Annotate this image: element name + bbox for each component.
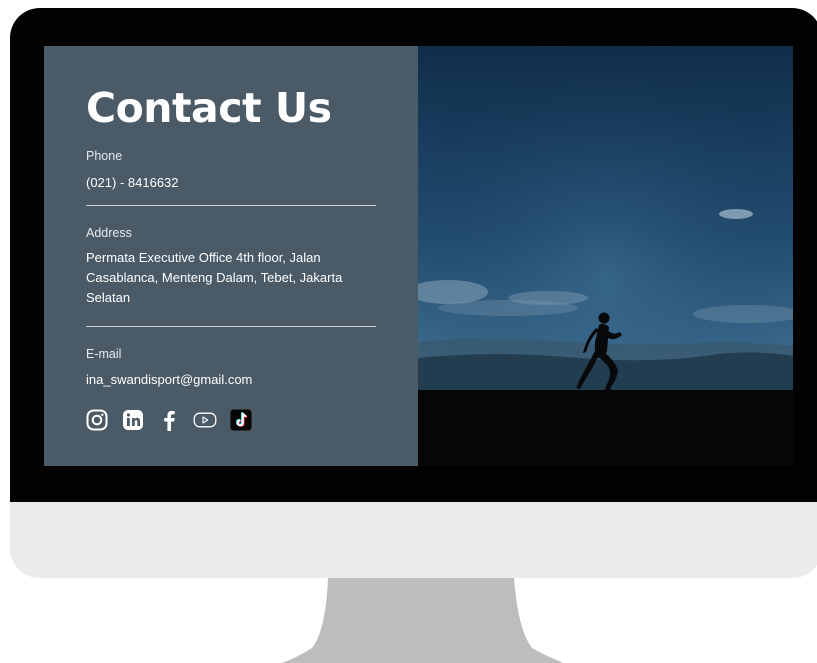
address-value: Permata Executive Office 4th floor, Jala… <box>86 248 386 308</box>
phone-value[interactable]: (021) - 8416632 <box>86 173 179 193</box>
phone-label: Phone <box>86 149 123 163</box>
instagram-icon[interactable] <box>85 408 109 432</box>
contact-title: Contact Us <box>86 84 332 132</box>
stage: Contact Us Phone (021) - 8416632 Address… <box>0 0 817 663</box>
address-line: Permata Executive Office 4th floor, Jala… <box>86 250 321 265</box>
runner-photo <box>418 46 793 466</box>
divider <box>86 205 376 206</box>
youtube-icon[interactable] <box>193 408 217 432</box>
address-line: Casablanca, Menteng Dalam, Tebet, Jakart… <box>86 270 343 285</box>
monitor-chin <box>10 502 817 578</box>
address-line: Selatan <box>86 290 131 305</box>
contact-panel: Contact Us Phone (021) - 8416632 Address… <box>44 46 418 466</box>
email-label: E-mail <box>86 347 122 361</box>
social-links <box>85 408 253 432</box>
email-value[interactable]: ina_swandisport@gmail.com <box>86 370 252 390</box>
monitor-stand <box>282 578 562 663</box>
facebook-icon[interactable] <box>157 408 181 432</box>
linkedin-icon[interactable] <box>121 408 145 432</box>
address-label: Address <box>86 226 132 240</box>
monitor-screen: Contact Us Phone (021) - 8416632 Address… <box>44 46 793 466</box>
runner-photo-image <box>418 46 793 466</box>
tiktok-icon[interactable] <box>229 408 253 432</box>
divider <box>86 326 376 327</box>
